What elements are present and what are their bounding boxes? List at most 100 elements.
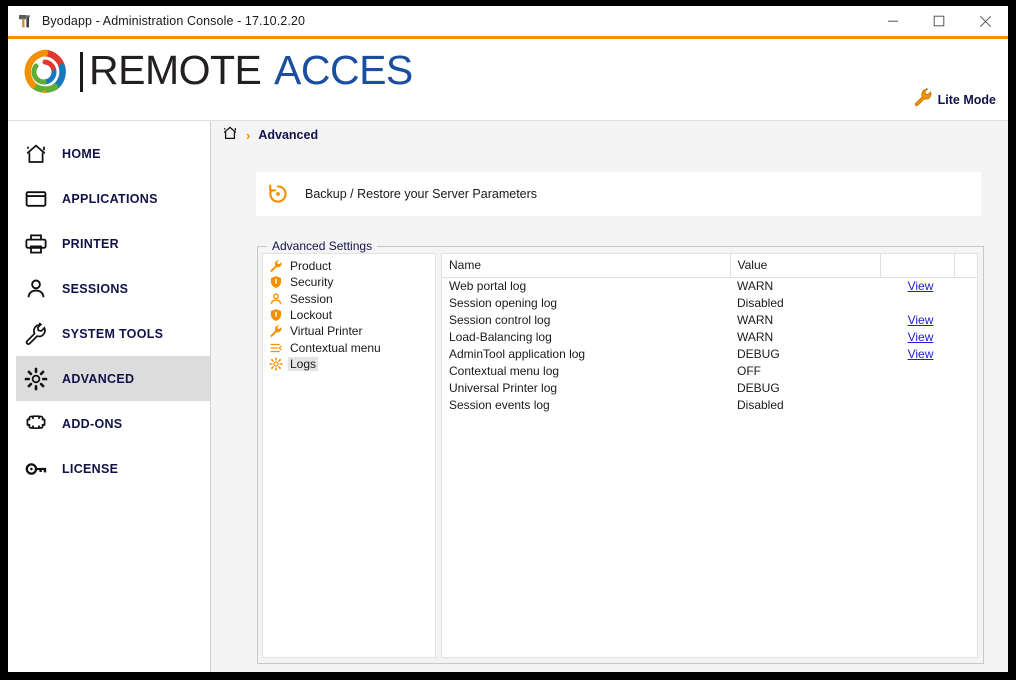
wrench-icon <box>269 259 283 273</box>
view-link[interactable]: View <box>908 279 934 293</box>
view-link[interactable]: View <box>908 347 934 361</box>
log-view-cell: View <box>880 328 954 345</box>
brand-header: REMOTE ACCES Lite Mode <box>8 39 1008 120</box>
maximize-button[interactable] <box>916 6 962 36</box>
backup-restore-label: Backup / Restore your Server Parameters <box>305 187 537 201</box>
lite-mode-toggle[interactable]: Lite Mode <box>913 87 996 112</box>
advanced-settings-legend: Advanced Settings <box>267 239 377 253</box>
tree-item-lockout[interactable]: Lockout <box>263 307 435 323</box>
hammer-tool-icon <box>16 12 34 30</box>
sidebar-navigation: HOME APPLICATIONS <box>8 121 211 672</box>
wrench-icon <box>22 322 50 346</box>
sidebar-item-add-ons[interactable]: ADD-ONS <box>16 401 210 446</box>
log-value: Disabled <box>730 396 880 413</box>
restore-circular-arrow-icon <box>267 183 289 205</box>
log-view-cell: View <box>880 277 954 294</box>
gear-icon <box>269 357 283 371</box>
person-icon <box>269 292 283 306</box>
logs-table: Name Value Web portal log WARN <box>442 254 977 413</box>
log-name: Universal Printer log <box>442 379 730 396</box>
backup-restore-panel[interactable]: Backup / Restore your Server Parameters <box>256 172 981 216</box>
main-body: HOME APPLICATIONS <box>8 120 1008 672</box>
log-name: Session control log <box>442 311 730 328</box>
close-button[interactable] <box>962 6 1008 36</box>
shield-icon <box>269 275 283 289</box>
tree-item-label: Logs <box>288 357 318 371</box>
table-row[interactable]: Load-Balancing log WARN View <box>442 328 977 345</box>
lite-mode-label: Lite Mode <box>938 93 996 107</box>
tree-item-session[interactable]: Session <box>263 291 435 307</box>
log-name: Session opening log <box>442 294 730 311</box>
sidebar-item-home[interactable]: HOME <box>16 131 210 176</box>
minimize-button[interactable] <box>870 6 916 36</box>
sidebar-item-printer[interactable]: PRINTER <box>16 221 210 266</box>
sidebar-item-system-tools[interactable]: SYSTEM TOOLS <box>16 311 210 356</box>
settings-tree: Product Security <box>262 253 436 658</box>
tree-item-logs[interactable]: Logs <box>263 356 435 372</box>
column-header-value[interactable]: Value <box>730 254 880 277</box>
gear-icon <box>22 367 50 391</box>
tree-item-label: Session <box>288 292 335 306</box>
log-value: WARN <box>730 277 880 294</box>
tree-item-contextual-menu[interactable]: Contextual menu <box>263 339 435 355</box>
sidebar-item-label: PRINTER <box>62 237 119 251</box>
tree-item-product[interactable]: Product <box>263 258 435 274</box>
table-row[interactable]: AdminTool application log DEBUG View <box>442 345 977 362</box>
log-value: DEBUG <box>730 345 880 362</box>
breadcrumb: › Advanced <box>211 121 1008 149</box>
column-header-extra[interactable] <box>954 254 977 277</box>
printer-icon <box>22 232 50 256</box>
sidebar-item-applications[interactable]: APPLICATIONS <box>16 176 210 221</box>
log-value: WARN <box>730 311 880 328</box>
advanced-settings-group: Advanced Settings Product <box>257 246 984 664</box>
table-row[interactable]: Session control log WARN View <box>442 311 977 328</box>
tree-item-label: Contextual menu <box>288 341 383 355</box>
log-name: Contextual menu log <box>442 362 730 379</box>
sidebar-item-label: SYSTEM TOOLS <box>62 327 163 341</box>
wrench-icon <box>913 87 933 112</box>
log-view-cell: View <box>880 345 954 362</box>
log-value: DEBUG <box>730 379 880 396</box>
sidebar-item-label: SESSIONS <box>62 282 128 296</box>
sidebar-item-label: ADD-ONS <box>62 417 122 431</box>
window-title: Byodapp - Administration Console - 17.10… <box>42 14 305 28</box>
table-header-row: Name Value <box>442 254 977 277</box>
key-icon <box>22 457 50 481</box>
table-row[interactable]: Web portal log WARN View <box>442 277 977 294</box>
view-link[interactable]: View <box>908 313 934 327</box>
puzzle-icon <box>22 412 50 436</box>
shield-icon <box>269 308 283 322</box>
log-view-cell <box>880 362 954 379</box>
title-bar: Byodapp - Administration Console - 17.10… <box>8 6 1008 36</box>
log-value: WARN <box>730 328 880 345</box>
log-view-cell <box>880 396 954 413</box>
sidebar-item-license[interactable]: LICENSE <box>16 446 210 491</box>
log-name: Load-Balancing log <box>442 328 730 345</box>
sidebar-item-sessions[interactable]: SESSIONS <box>16 266 210 311</box>
log-view-cell: View <box>880 311 954 328</box>
sidebar-item-label: HOME <box>62 147 101 161</box>
log-view-cell <box>880 294 954 311</box>
table-row[interactable]: Session events log Disabled <box>442 396 977 413</box>
svg-text:REMOTE: REMOTE <box>89 49 261 93</box>
sidebar-item-label: ADVANCED <box>62 372 134 386</box>
table-row[interactable]: Universal Printer log DEBUG <box>442 379 977 396</box>
log-name: AdminTool application log <box>442 345 730 362</box>
home-icon[interactable] <box>222 125 238 146</box>
tree-item-virtual-printer[interactable]: Virtual Printer <box>263 323 435 339</box>
tree-item-label: Lockout <box>288 308 334 322</box>
table-row[interactable]: Contextual menu log OFF <box>442 362 977 379</box>
log-name: Web portal log <box>442 277 730 294</box>
tree-item-label: Security <box>288 275 335 289</box>
table-row[interactable]: Session opening log Disabled <box>442 294 977 311</box>
tree-item-security[interactable]: Security <box>263 274 435 290</box>
view-link[interactable]: View <box>908 330 934 344</box>
window-controls <box>870 6 1008 36</box>
column-header-name[interactable]: Name <box>442 254 730 277</box>
sidebar-item-advanced[interactable]: ADVANCED <box>16 356 210 401</box>
column-header-action[interactable] <box>880 254 954 277</box>
home-icon <box>22 142 50 166</box>
remote-access-swirl-logo-icon <box>20 47 70 97</box>
tree-item-label: Product <box>288 259 333 273</box>
window-icon <box>22 187 50 211</box>
